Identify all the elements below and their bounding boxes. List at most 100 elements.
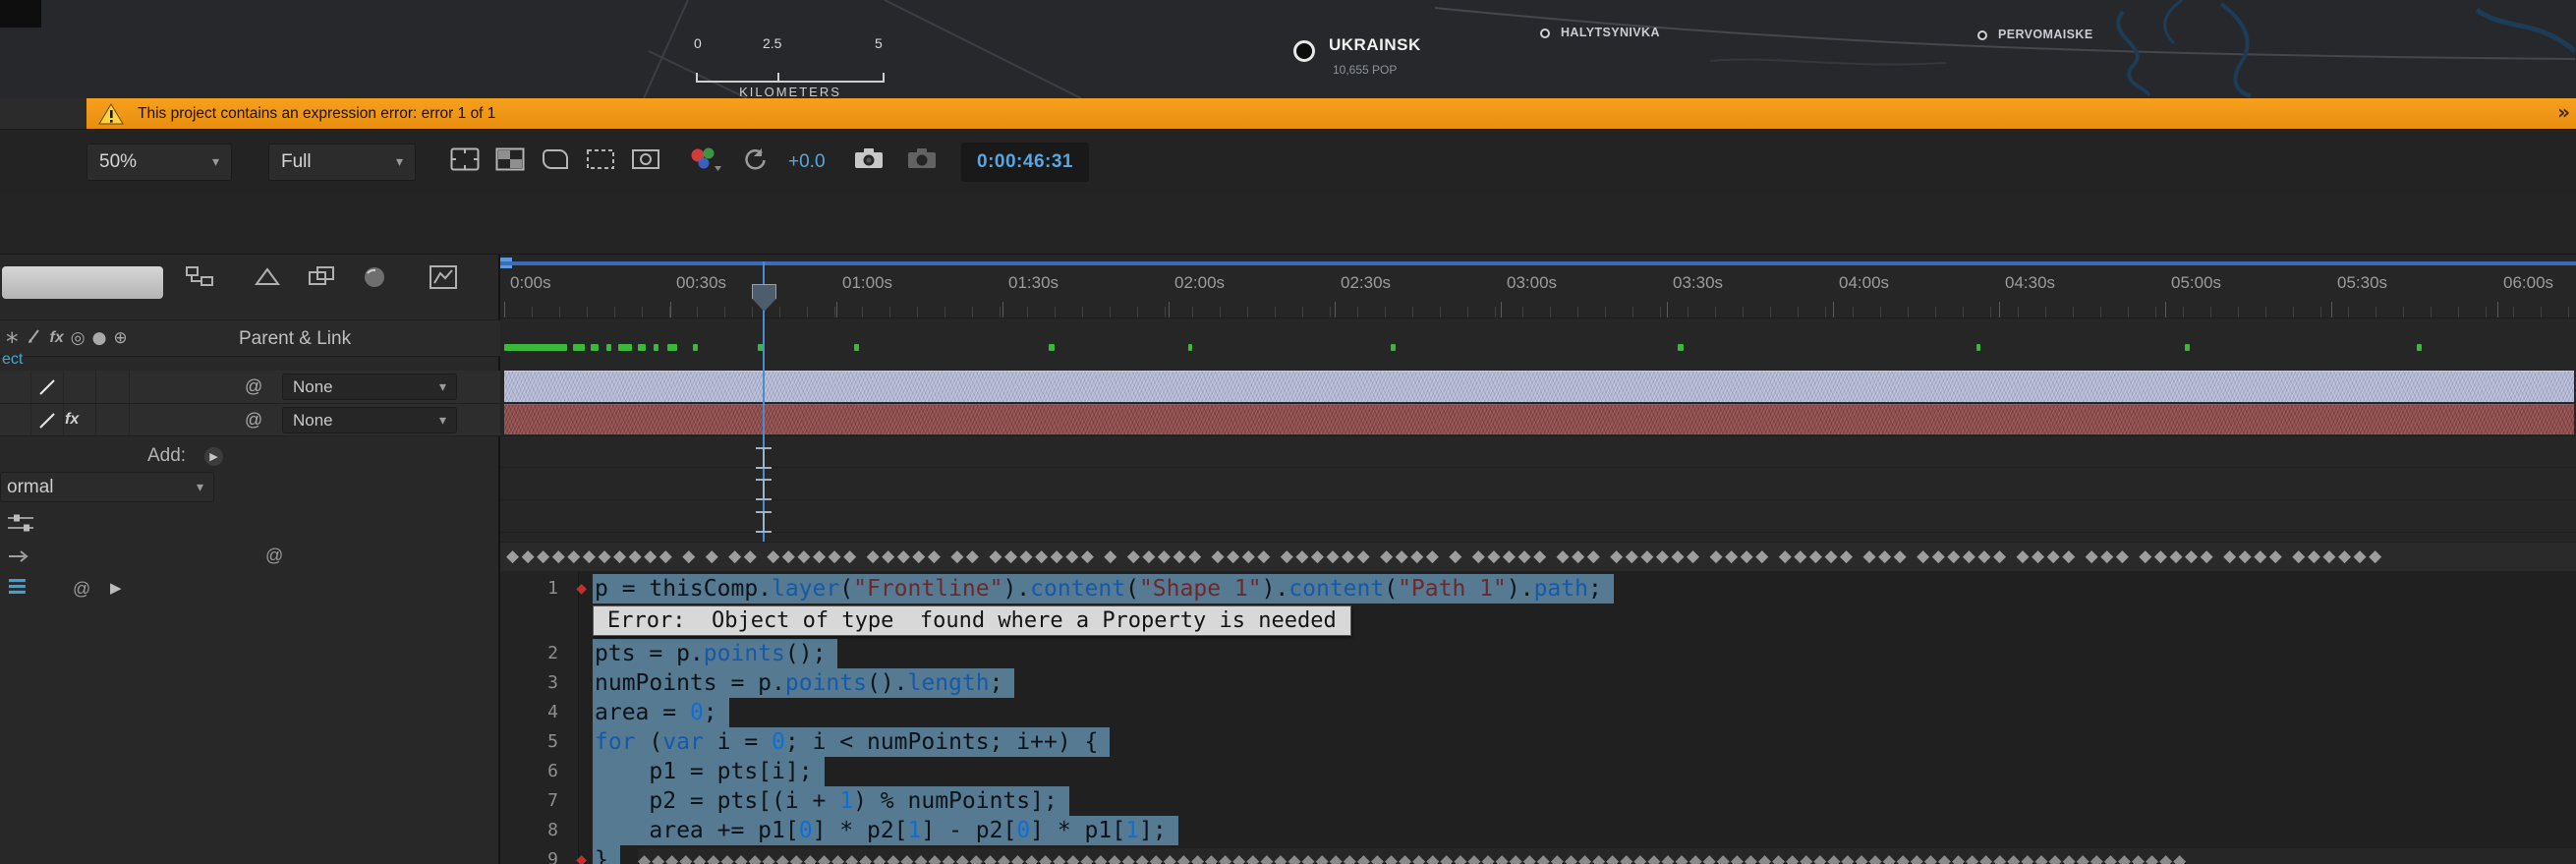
parent-value: None (293, 376, 333, 396)
ruler-label: 04:30s (2005, 273, 2056, 292)
current-time-display[interactable]: 0:00:46:31 (961, 143, 1089, 182)
render-progress-bar (500, 344, 2576, 352)
camera-icon (908, 148, 936, 168)
transfer-controls-icon[interactable] (6, 512, 35, 539)
composition-viewer[interactable]: 0 2.5 5 KILOMETERS UKRAINSK 10,655 POP H… (0, 0, 2576, 98)
scalebar-bar (696, 81, 885, 83)
line-number: 7 (547, 790, 558, 811)
label-color-icon[interactable] (35, 375, 59, 404)
add-property-button[interactable]: ▶ (204, 447, 223, 466)
layer-row-2[interactable]: fx @ None ▾ (0, 404, 500, 436)
map-scalebar: 0 2.5 5 KILOMETERS (682, 35, 908, 98)
parent-dropdown[interactable]: None ▾ (282, 374, 457, 400)
ruler-label: 05:30s (2337, 273, 2388, 292)
motion-blur-button[interactable] (362, 264, 387, 293)
resolution-dropdown[interactable]: Full ▾ (268, 144, 416, 181)
channel-rgb-button[interactable] (688, 145, 723, 176)
parent-link-header[interactable]: Parent & Link (239, 328, 351, 350)
expression-error-banner[interactable]: This project contains an expression erro… (86, 98, 2576, 129)
transfer-mode-icon[interactable]: ⊕ (113, 328, 127, 348)
city-label: HALYTSYNIVKA (1561, 26, 1660, 39)
code-line-1[interactable]: p = thisComp.layer("Frontline").content(… (593, 574, 2576, 604)
pixel-aspect-button[interactable] (631, 147, 660, 174)
reset-exposure-button[interactable] (741, 147, 769, 176)
pen-icon[interactable] (26, 326, 43, 351)
expression-pickwhip-icon[interactable]: @ (265, 546, 283, 566)
magnification-dropdown[interactable]: 50% ▾ (86, 144, 232, 181)
label-color-icon[interactable] (35, 409, 59, 437)
layer-row-1[interactable]: @ None ▾ (0, 371, 500, 404)
time-ruler[interactable]: 0:00s 00:30s 01:00s 01:30s 02:00s 02:30s 03:00… (500, 261, 2576, 318)
truncated-label: ect (2, 351, 24, 368)
panel-gap (0, 194, 2576, 255)
frame-blend-button[interactable] (307, 264, 336, 291)
blend-mode-dropdown[interactable]: ormal ▾ (0, 472, 214, 502)
ruler-tick (1833, 302, 1834, 318)
title-action-safe-button[interactable] (450, 147, 480, 174)
keyframe-band-bottom[interactable]: ◆◆◆◆◆◆◆◆◆◆◆◆◆◆◆◆◆◆◆◆◆◆◆◆◆◆◆◆◆◆◆◆◆◆◆◆◆◆◆◆… (638, 848, 2576, 864)
expression-language-menu-icon[interactable]: ≡ (6, 573, 29, 600)
layer-duration-bar-2[interactable] (504, 404, 2574, 434)
ruler-tick (1999, 302, 2000, 318)
comp-name-field[interactable] (2, 266, 163, 299)
ruler-label: 01:30s (1008, 273, 1059, 292)
ruler-label: 01:00s (842, 273, 893, 292)
ruler-divider (500, 317, 2576, 318)
timeline-left-panel: * fx ◎ ● ⊕ Parent & Link ect @ None ▾ fx… (0, 255, 500, 864)
graph-editor-icon (429, 265, 457, 289)
graph-editor-button[interactable] (429, 264, 458, 293)
mask-visibility-button[interactable] (541, 147, 570, 174)
region-of-interest-button[interactable] (586, 147, 615, 174)
render-segment (667, 344, 677, 351)
motion-blur-column-icon[interactable]: ● (92, 328, 107, 348)
parent-pickwhip-icon[interactable]: @ (245, 410, 262, 431)
render-segment (1391, 344, 1396, 351)
chevron-down-icon: ▾ (438, 412, 446, 429)
code-line-4[interactable]: area = 0; (593, 698, 2576, 727)
ruler-tick (2331, 302, 2332, 318)
code-line-8[interactable]: area += p1[0] * p2[1] - p2[0] * p1[1]; (593, 816, 2576, 845)
render-segment (638, 344, 646, 351)
parent-pickwhip-icon[interactable]: @ (245, 376, 262, 397)
exposure-value[interactable]: +0.0 (788, 151, 826, 173)
line-number: 3 (547, 672, 558, 693)
ruler-label: 04:00s (1839, 273, 1890, 292)
render-segment (2417, 344, 2422, 351)
ruler-tick (1501, 302, 1502, 318)
shift-arrow-icon[interactable] (6, 547, 31, 570)
code-line-2[interactable]: pts = p.points(); (593, 639, 2576, 668)
render-segment (854, 344, 859, 351)
draft-3d-button[interactable] (254, 264, 281, 291)
show-snapshot-button[interactable] (906, 145, 938, 174)
code-line-6[interactable]: p1 = pts[i]; (593, 757, 2576, 786)
layer-duration-bar-1[interactable] (504, 371, 2574, 402)
viewer-toolbar: 50% ▾ Full ▾ +0.0 0:00:46:31 (0, 129, 2576, 194)
transparency-grid-button[interactable] (495, 147, 525, 174)
ruler-label: 00:30s (676, 273, 727, 292)
snapshot-camera-button[interactable] (853, 145, 885, 174)
cti-ibeam-icon (756, 447, 772, 469)
ruler-tick (670, 302, 671, 318)
mini-flowchart-icon (186, 266, 213, 286)
code-line-5[interactable]: for (var i = 0; i < numPoints; i++) { (593, 727, 2576, 757)
expression-error-tooltip: Error: Object of type found where a Prop… (593, 605, 1351, 636)
code-line-7[interactable]: p2 = pts[(i + 1) % numPoints]; (593, 786, 2576, 816)
pixel-aspect-icon (632, 149, 659, 169)
code-line-3[interactable]: numPoints = p.points().length; (593, 668, 2576, 698)
chevron-down-icon: ▾ (196, 479, 203, 495)
keyframe-band[interactable]: ◆◆◆◆◆◆◆◆◆◆◆ ◆ ◆ ◆◆ ◆◆◆◆◆◆ ◆◆◆◆◆ ◆◆ ◆◆◆◆◆… (500, 542, 2576, 571)
city-population-label: 10,655 POP (1333, 63, 1398, 77)
expression-code[interactable]: p = thisComp.layer("Frontline").content(… (579, 571, 2576, 864)
fx-icon[interactable]: fx (50, 329, 64, 347)
expression-pickwhip-icon[interactable]: @ (73, 579, 90, 600)
expression-enable-icon[interactable]: ▶ (110, 579, 122, 597)
render-segment (1188, 344, 1192, 351)
expression-editor[interactable]: 1 ◆ 2 3 4 5 6 7 8 9 ◆ p = thisComp.layer("Frontlin… (500, 571, 2576, 864)
fx-badge[interactable]: fx (65, 411, 79, 429)
banner-overflow-icon[interactable]: » (2557, 100, 2570, 124)
render-segment (573, 344, 585, 351)
quality-icon[interactable]: ◎ (71, 328, 86, 348)
parent-dropdown[interactable]: None ▾ (282, 407, 457, 433)
mini-flowchart-button[interactable] (185, 264, 214, 291)
keyframe-diamonds: ◆◆◆◆◆◆◆◆◆◆◆ ◆ ◆ ◆◆ ◆◆◆◆◆◆ ◆◆◆◆◆ ◆◆ ◆◆◆◆◆… (506, 547, 2384, 566)
